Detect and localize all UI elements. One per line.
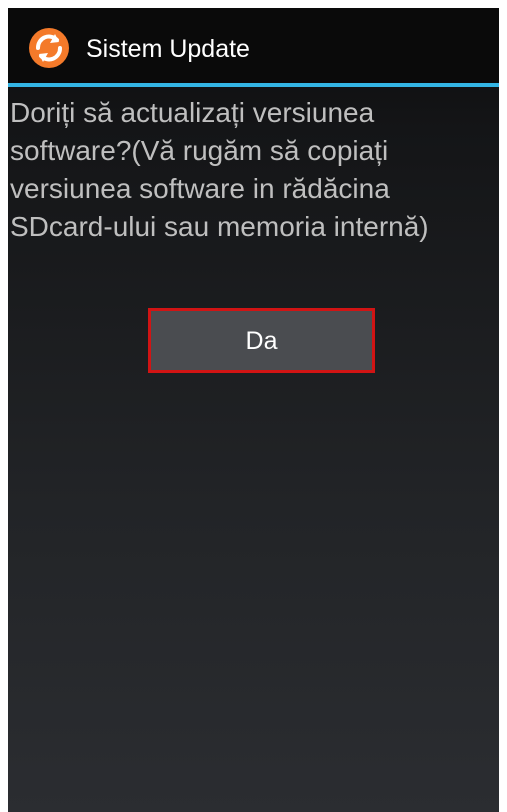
- update-prompt-message: Doriți să actualizați versiunea software…: [10, 97, 429, 242]
- action-bar-divider: [8, 83, 499, 87]
- confirm-update-button[interactable]: Da: [148, 308, 375, 373]
- app-title: Sistem Update: [86, 35, 250, 63]
- sync-refresh-icon: [29, 28, 69, 68]
- app-screen: Sistem Update Doriți să actualizați vers…: [8, 8, 499, 812]
- action-bar: Sistem Update: [8, 8, 499, 83]
